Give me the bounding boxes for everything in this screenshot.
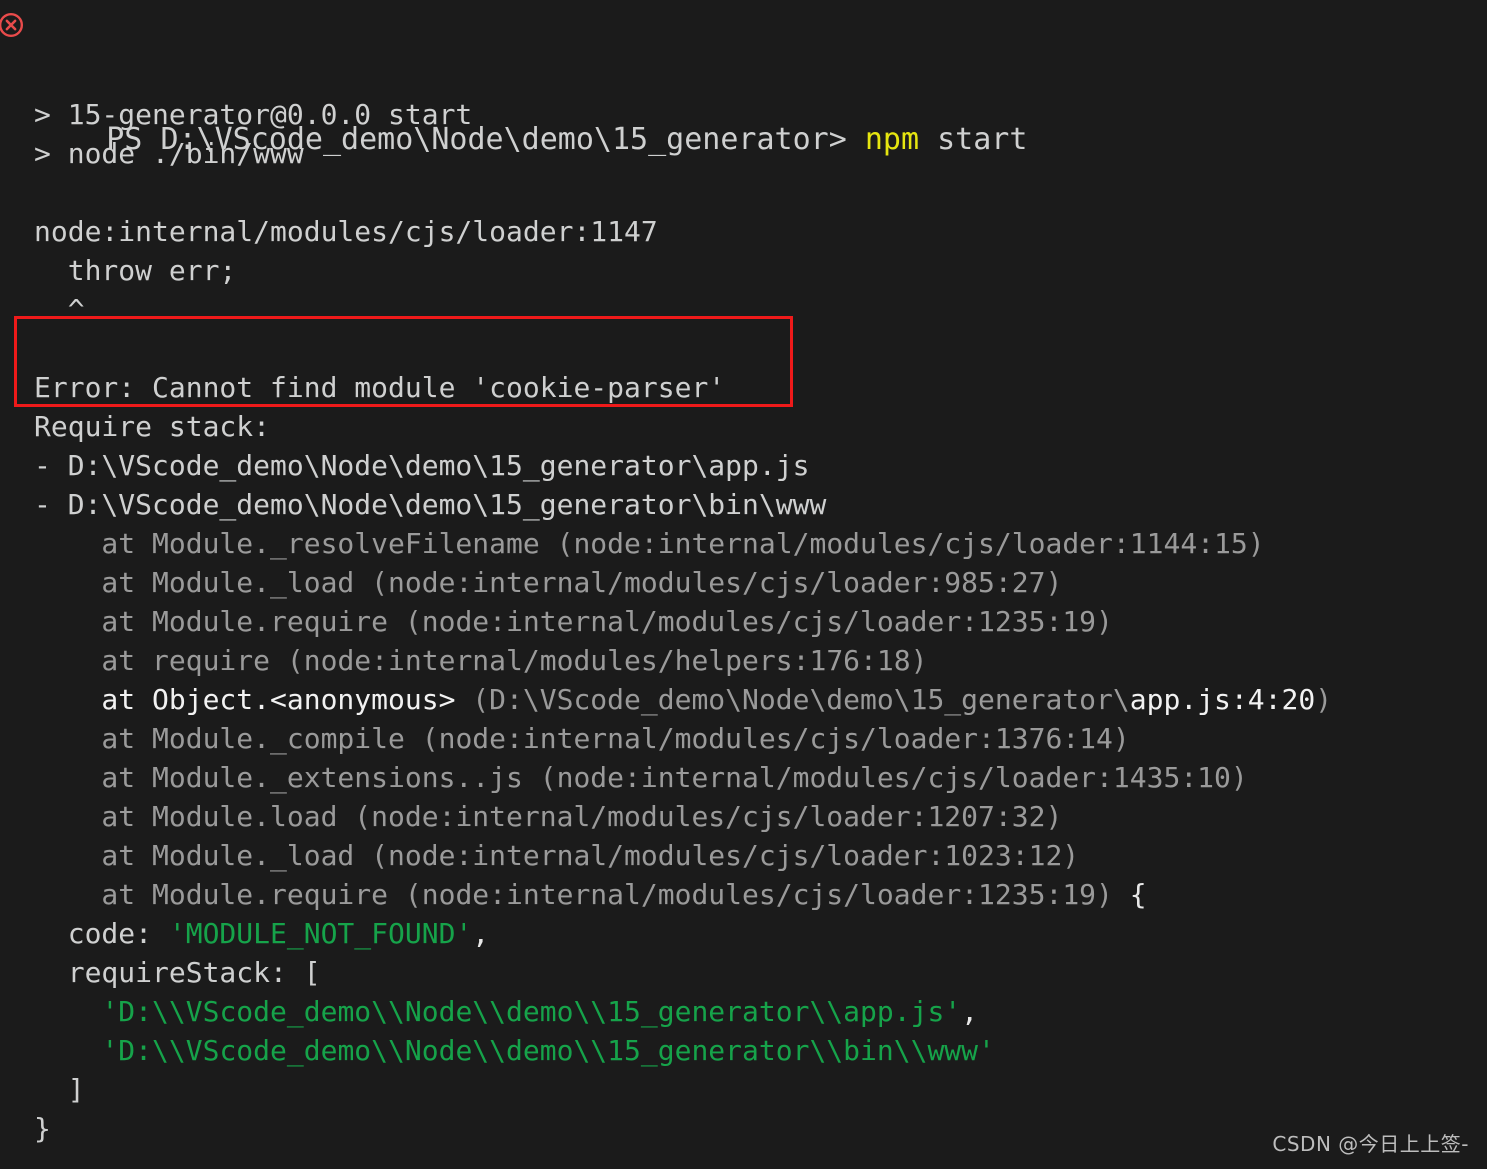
require-stack-value-comma: ,	[961, 995, 979, 1028]
loader-location-line: node:internal/modules/cjs/loader:1147	[34, 215, 658, 248]
stack-frame-function: at Module._load	[34, 566, 372, 599]
require-stack-array-open: requireStack: [	[34, 956, 321, 989]
stack-frame-line: at Object.<anonymous> (D:\VScode_demo\No…	[0, 680, 1487, 719]
stack-frame-function: at Module._compile	[34, 722, 422, 755]
require-stack-value: 'D:\\VScode_demo\\Node\\demo\\15_generat…	[101, 1034, 995, 1067]
stack-frame-line: at Module.require (node:internal/modules…	[0, 602, 1487, 641]
prompt-ps-label: PS	[106, 122, 143, 157]
require-stack-label: Require stack:	[34, 410, 271, 443]
require-stack-path: - D:\VScode_demo\Node\demo\15_generator\…	[34, 449, 810, 482]
stack-frame-line: at require (node:internal/modules/helper…	[0, 641, 1487, 680]
stack-frame-function: at Module._load	[34, 839, 372, 872]
stack-frame-location: (node:internal/modules/cjs/loader:1235:1…	[404, 878, 1113, 911]
stack-frame-location: (D:\VScode_demo\Node\demo\15_generator\	[472, 683, 1130, 716]
stack-frame-function: at Module.require	[34, 605, 405, 638]
stack-frame-location: (node:internal/modules/cjs/loader:1207:3…	[354, 800, 1063, 833]
stack-frame-line: at Module._load (node:internal/modules/c…	[0, 563, 1487, 602]
throw-statement-line: throw err;	[34, 254, 237, 287]
error-message-line: Error: Cannot find module 'cookie-parser…	[34, 371, 726, 404]
stack-frame-highlight: app.js:4:20	[1129, 683, 1316, 716]
stack-frame-location: (node:internal/modules/cjs/loader:985:27…	[371, 566, 1063, 599]
error-object-close-brace: }	[34, 1112, 51, 1145]
watermark-label: CSDN @今日上上签-	[1272, 1132, 1469, 1156]
stack-frame-line: at Module._resolveFilename (node:interna…	[0, 524, 1487, 563]
stack-frame-line: at Module.load (node:internal/modules/cj…	[0, 797, 1487, 836]
error-code-comma: ,	[472, 917, 490, 950]
command-args: start	[937, 122, 1028, 157]
stack-frame-location: (node:internal/modules/cjs/loader:1023:1…	[371, 839, 1080, 872]
stack-frame-tail: {	[1112, 878, 1147, 911]
stack-frame-line: at Module._compile (node:internal/module…	[0, 719, 1487, 758]
require-stack-value-line: 'D:\\VScode_demo\\Node\\demo\\15_generat…	[0, 1031, 1487, 1070]
prompt-path: D:\VScode_demo\Node\demo\15_generator>	[160, 122, 847, 157]
require-stack-array-close: ]	[34, 1073, 85, 1106]
stack-frame-location: (node:internal/modules/cjs/loader:1435:1…	[539, 761, 1248, 794]
stack-frame-line: at Module._load (node:internal/modules/c…	[0, 836, 1487, 875]
error-code-line: code: 'MODULE_NOT_FOUND',	[0, 914, 1487, 953]
require-stack-value: 'D:\\VScode_demo\\Node\\demo\\15_generat…	[101, 995, 962, 1028]
stack-frame-list: at Module._resolveFilename (node:interna…	[0, 524, 1487, 914]
error-code-label: code:	[34, 917, 169, 950]
stack-frame-location: (node:internal/modules/cjs/loader:1376:1…	[421, 722, 1130, 755]
error-circle-x-icon	[0, 12, 24, 38]
terminal-window[interactable]: PS D:\VScode_demo\Node\demo\15_generator…	[0, 0, 1487, 1169]
stack-frame-line: at Module.require (node:internal/modules…	[0, 875, 1487, 914]
stack-frame-function: at Module.require	[34, 878, 405, 911]
require-stack-value-line: 'D:\\VScode_demo\\Node\\demo\\15_generat…	[0, 992, 1487, 1031]
stack-frame-tail: )	[1315, 683, 1333, 716]
stack-frame-function: at require	[34, 644, 287, 677]
stack-frame-line: at Module._extensions..js (node:internal…	[0, 758, 1487, 797]
error-code-value: 'MODULE_NOT_FOUND'	[168, 917, 473, 950]
stack-frame-function: at Module._extensions..js	[34, 761, 540, 794]
stack-frame-location: (node:internal/modules/helpers:176:18)	[286, 644, 928, 677]
require-stack-path: - D:\VScode_demo\Node\demo\15_generator\…	[34, 488, 827, 521]
prompt-line: PS D:\VScode_demo\Node\demo\15_generator…	[0, 0, 1487, 157]
stack-frame-location: (node:internal/modules/cjs/loader:1235:1…	[404, 605, 1113, 638]
require-stack-value-list: 'D:\\VScode_demo\\Node\\demo\\15_generat…	[0, 992, 1487, 1070]
stack-frame-function: at Module._resolveFilename	[34, 527, 557, 560]
caret-marker-line: ^	[34, 293, 85, 326]
stack-frame-location: (node:internal/modules/cjs/loader:1144:1…	[556, 527, 1265, 560]
command-name: npm	[864, 122, 920, 157]
stack-frame-function: at Object.<anonymous>	[34, 683, 473, 716]
stack-frame-function: at Module.load	[34, 800, 355, 833]
